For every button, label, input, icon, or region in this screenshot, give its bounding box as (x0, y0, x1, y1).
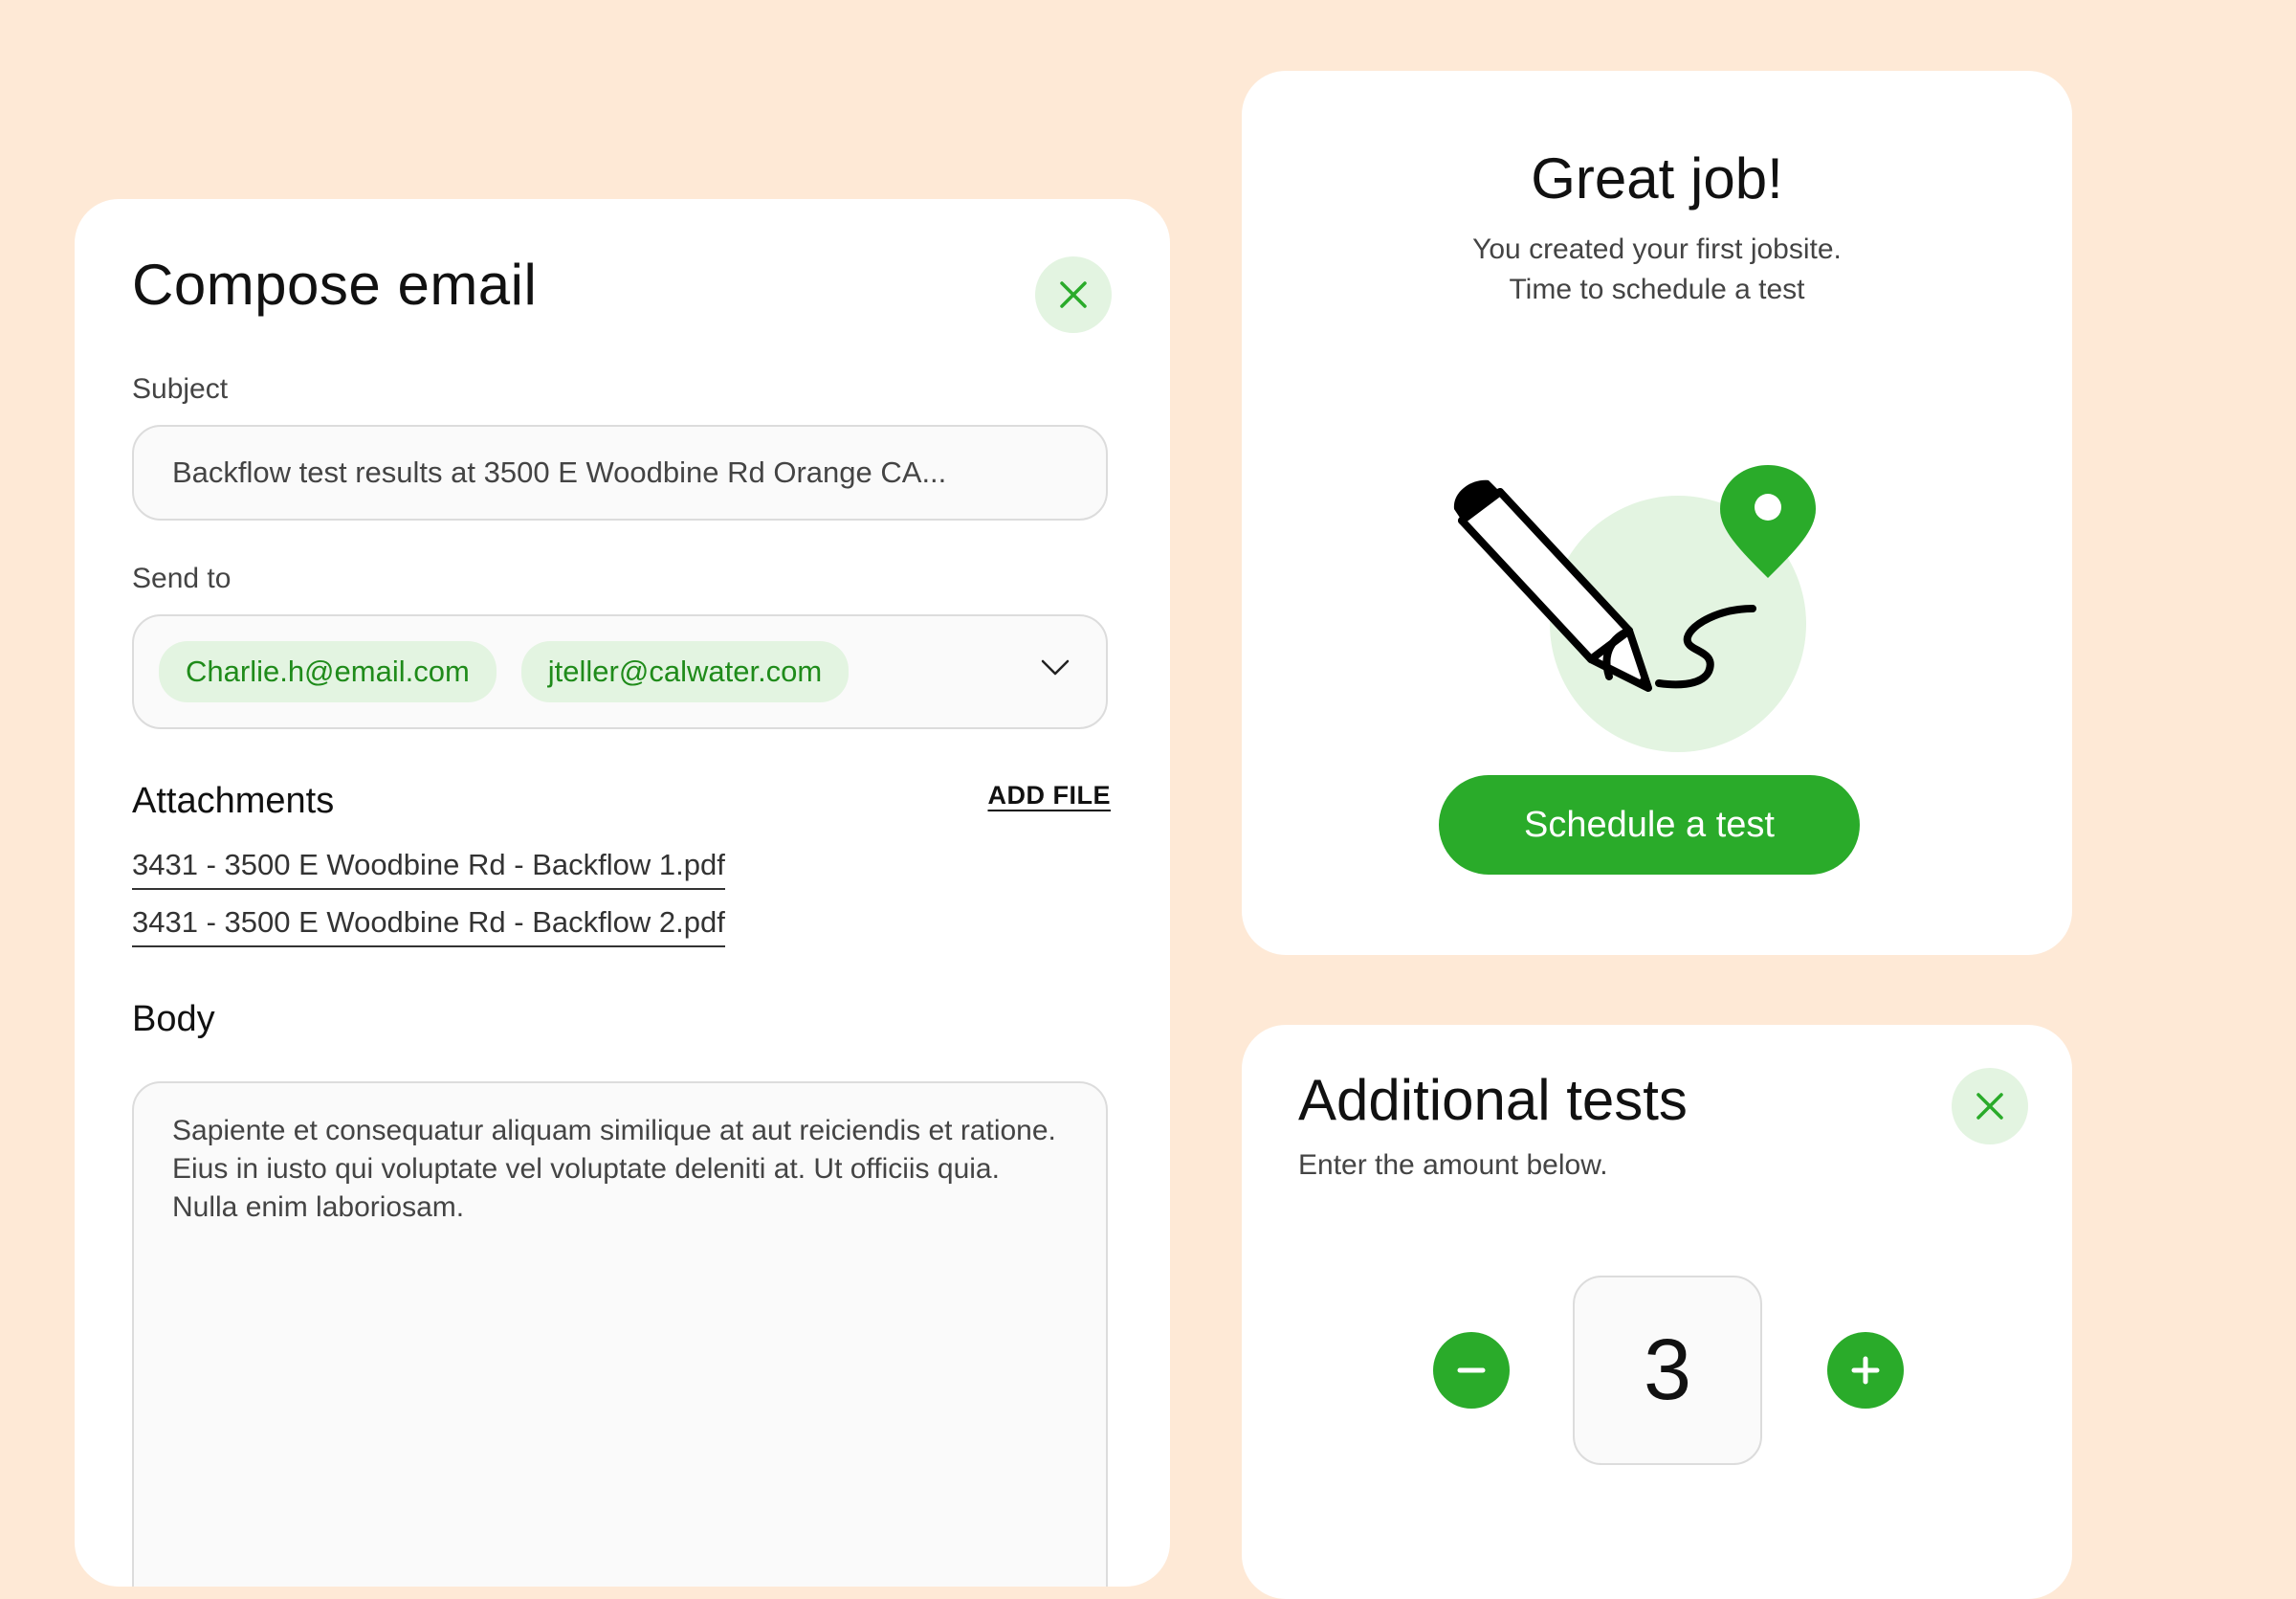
sendto-label: Send to (132, 563, 232, 594)
compose-close-button[interactable] (1035, 256, 1112, 333)
add-file-link[interactable]: ADD FILE (988, 781, 1112, 811)
recipient-chip[interactable]: jteller@calwater.com (520, 641, 850, 702)
great-job-subtitle-line2: Time to schedule a test (1509, 274, 1805, 305)
plus-icon (1851, 1356, 1880, 1385)
great-job-title: Great job! (1531, 146, 1783, 211)
pencil-signature-illustration (1453, 465, 1816, 752)
quantity-input[interactable]: 3 (1573, 1276, 1762, 1465)
sendto-field[interactable]: Charlie.h@email.com jteller@calwater.com (132, 614, 1108, 729)
recipient-chip[interactable]: Charlie.h@email.com (159, 641, 497, 702)
body-textarea[interactable]: Sapiente et consequatur aliquam similiqu… (132, 1081, 1108, 1587)
attachment-link[interactable]: 3431 - 3500 E Woodbine Rd - Backflow 2.p… (132, 905, 725, 947)
chevron-down-icon[interactable] (1041, 658, 1070, 677)
additional-tests-card: Additional tests Enter the amount below.… (1242, 1025, 2072, 1599)
decrement-button[interactable] (1433, 1332, 1510, 1409)
subject-input[interactable]: Backflow test results at 3500 E Woodbine… (132, 425, 1108, 521)
close-icon (1060, 281, 1087, 308)
attachment-link[interactable]: 3431 - 3500 E Woodbine Rd - Backflow 1.p… (132, 848, 725, 890)
compose-title: Compose email (132, 253, 538, 317)
schedule-test-button[interactable]: Schedule a test (1439, 775, 1860, 875)
minus-icon (1457, 1367, 1486, 1373)
additional-tests-title: Additional tests (1298, 1068, 1688, 1132)
great-job-subtitle-line1: You created your first jobsite. (1472, 233, 1842, 265)
subject-label: Subject (132, 373, 229, 405)
additional-close-button[interactable] (1952, 1068, 2028, 1144)
compose-email-card: Compose email Subject Backflow test resu… (75, 199, 1170, 1587)
increment-button[interactable] (1827, 1332, 1904, 1409)
body-title: Body (132, 999, 215, 1039)
great-job-card: Great job! You created your first jobsit… (1242, 71, 2072, 955)
attachments-title: Attachments (132, 781, 335, 821)
additional-tests-subtitle: Enter the amount below. (1298, 1149, 1608, 1181)
close-icon (1976, 1093, 2003, 1120)
